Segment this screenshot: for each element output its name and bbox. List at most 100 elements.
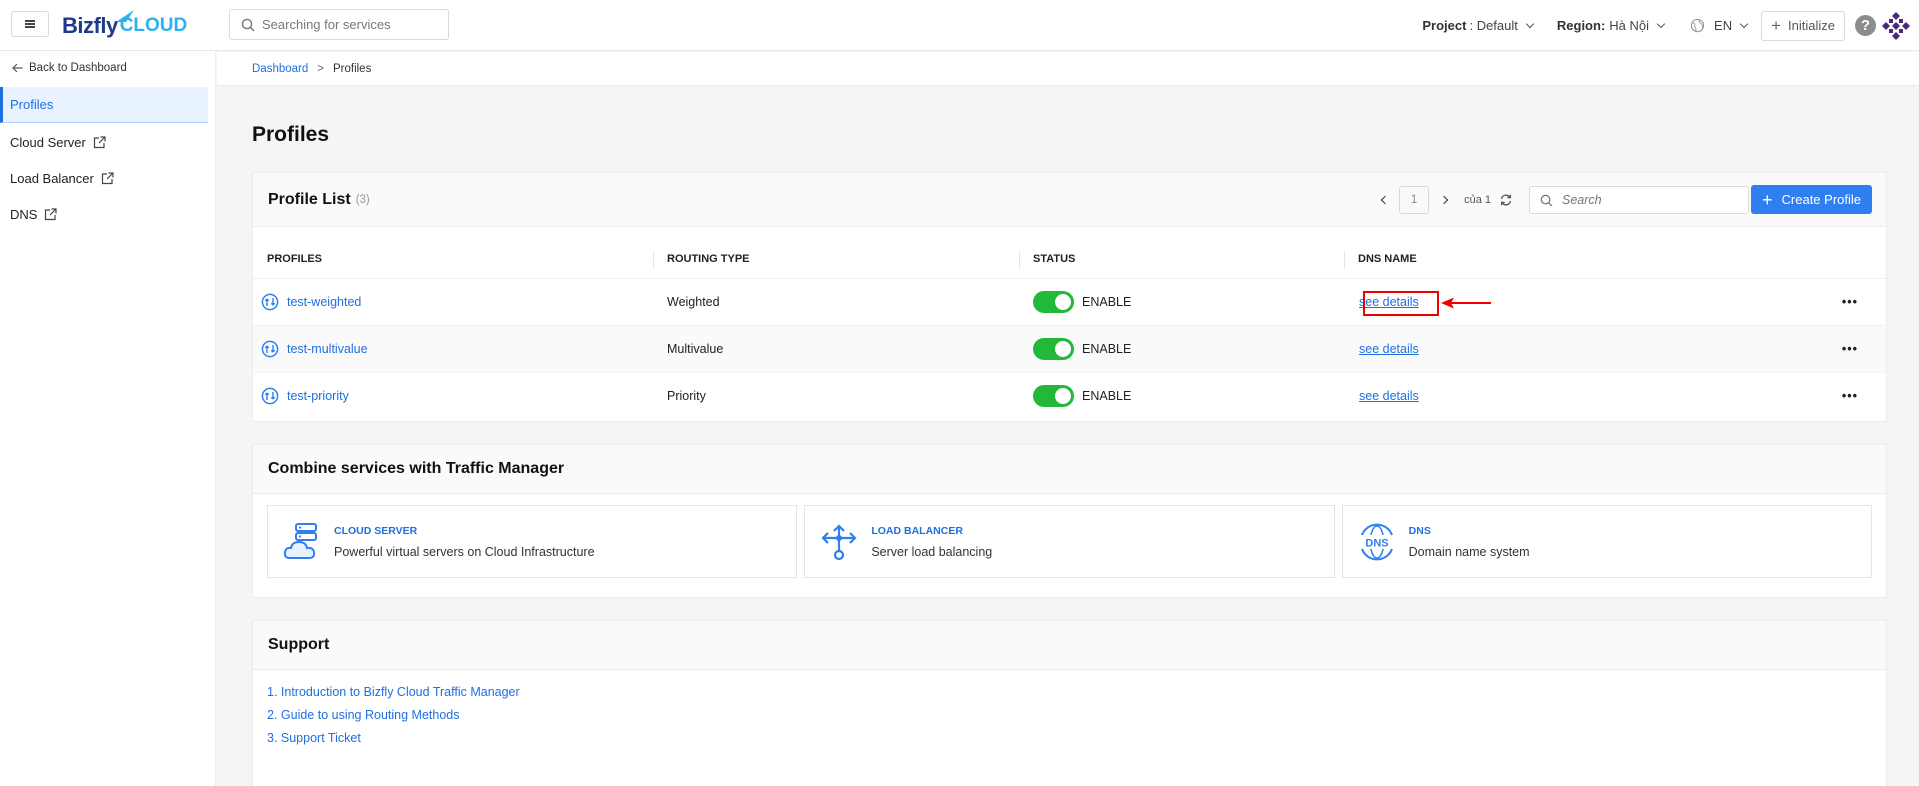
table-header-row: PROFILES ROUTING TYPE STATUS DNS NAME <box>253 227 1886 279</box>
service-description: Powerful virtual servers on Cloud Infras… <box>334 544 595 559</box>
region-selector[interactable]: Region: Hà Nội <box>1557 18 1666 33</box>
sidebar-item-label: Load Balancer <box>10 170 94 186</box>
page-total: của 1 <box>1464 194 1491 206</box>
language-selector[interactable]: EN <box>1690 18 1749 33</box>
prev-page-button[interactable] <box>1372 185 1394 215</box>
traffic-profile-icon <box>261 387 279 405</box>
service-card-cloud-server[interactable]: CLOUD SERVER Powerful virtual servers on… <box>267 505 798 578</box>
create-profile-button[interactable]: + Create Profile <box>1751 185 1872 214</box>
breadcrumb-dashboard-link[interactable]: Dashboard <box>252 63 308 75</box>
refresh-button[interactable] <box>1497 191 1515 209</box>
svg-text:DNS: DNS <box>1365 537 1388 549</box>
project-value: : Default <box>1469 18 1518 33</box>
service-card-dns[interactable]: DNS DNS Domain name system <box>1341 505 1872 578</box>
combine-title: Combine services with Traffic Manager <box>268 460 565 477</box>
traffic-profile-icon <box>261 293 279 310</box>
help-icon[interactable]: ? <box>1855 15 1876 36</box>
routing-type: Priority <box>667 388 706 403</box>
page-title: Profiles <box>252 123 330 146</box>
support-link-ticket[interactable]: 3. Support Ticket <box>267 731 1872 746</box>
profile-name-link[interactable]: test-weighted <box>253 293 653 311</box>
load-balancer-icon <box>819 522 859 562</box>
support-card: Support 1. Introduction to Bizfly Cloud … <box>252 620 1887 786</box>
more-actions-icon[interactable]: ••• <box>1814 372 1886 419</box>
table-row: test-multivalue Multivalue ENABLE see de… <box>253 325 1886 372</box>
routing-type: Multivalue <box>667 341 724 356</box>
column-header-actions <box>1814 227 1886 279</box>
bizfly-logo[interactable]: Bizfly CLOUD <box>62 10 187 42</box>
sidebar-item-cloud-server[interactable]: Cloud Server <box>0 124 208 160</box>
search-icon <box>241 18 255 32</box>
pagination: 1 của 1 <box>1372 185 1749 215</box>
profile-list-header: Profile List (3) 1 của 1 + Create Profil… <box>253 173 1886 227</box>
chevron-down-icon <box>1739 19 1749 29</box>
column-header-dns-name: DNS NAME <box>1344 227 1814 279</box>
service-description: Domain name system <box>1408 544 1530 559</box>
see-details-link[interactable]: see details <box>1344 389 1419 403</box>
external-link-icon <box>101 171 114 184</box>
combine-header: Combine services with Traffic Manager <box>253 445 1886 494</box>
chevron-left-icon <box>1380 195 1389 205</box>
profile-list-card: Profile List (3) 1 của 1 + Create Profil… <box>252 172 1887 422</box>
initialize-button[interactable]: + Initialize <box>1761 10 1845 41</box>
service-search-field[interactable] <box>229 9 449 40</box>
profile-search-input[interactable] <box>1562 193 1737 207</box>
support-links: 1. Introduction to Bizfly Cloud Traffic … <box>253 670 1886 769</box>
page-number-field[interactable]: 1 <box>1399 186 1430 214</box>
chevron-down-icon <box>1656 19 1666 29</box>
routing-type: Weighted <box>667 294 720 309</box>
search-icon <box>1540 194 1553 207</box>
status-label: ENABLE <box>1082 388 1132 403</box>
arrow-left-icon <box>12 63 23 73</box>
project-selector[interactable]: Project : Default <box>1422 18 1535 33</box>
sidebar-item-label: DNS <box>10 206 38 222</box>
user-avatar-icon[interactable] <box>1881 10 1911 41</box>
support-title: Support <box>268 636 330 653</box>
status-toggle[interactable] <box>1033 337 1074 360</box>
sidebar-item-label: Cloud Server <box>10 134 86 150</box>
breadcrumb: Dashboard > Profiles <box>217 52 1919 86</box>
breadcrumb-separator: > <box>317 62 324 75</box>
cloud-server-icon <box>282 522 322 562</box>
more-actions-icon[interactable]: ••• <box>1814 325 1886 372</box>
support-link-routing-guide[interactable]: 2. Guide to using Routing Methods <box>267 708 1872 723</box>
sidebar-item-profiles[interactable]: Profiles <box>0 87 208 123</box>
table-row: test-weighted Weighted ENABLE see detail… <box>253 278 1886 325</box>
profile-name: test-weighted <box>287 294 362 309</box>
logo-text-main: Bizfly <box>62 13 118 38</box>
profile-search-field[interactable] <box>1529 186 1749 214</box>
traffic-profile-icon <box>261 340 279 357</box>
back-to-dashboard-link[interactable]: Back to Dashboard <box>12 62 127 74</box>
see-details-link[interactable]: see details <box>1344 342 1419 356</box>
region-value: Hà Nội <box>1609 18 1650 33</box>
support-link-introduction[interactable]: 1. Introduction to Bizfly Cloud Traffic … <box>267 685 1872 700</box>
status-toggle[interactable] <box>1033 384 1074 407</box>
profile-name-link[interactable]: test-multivalue <box>253 340 653 358</box>
combine-services-card: Combine services with Traffic Manager CL… <box>252 444 1887 598</box>
status-label: ENABLE <box>1082 341 1132 356</box>
hamburger-menu-button[interactable] <box>11 11 49 37</box>
more-actions-icon[interactable]: ••• <box>1814 278 1886 325</box>
dns-globe-icon: DNS <box>1357 522 1397 562</box>
next-page-button[interactable] <box>1434 185 1456 215</box>
profile-name: test-multivalue <box>287 341 368 356</box>
status-label: ENABLE <box>1082 294 1132 309</box>
service-search-input[interactable] <box>262 17 442 32</box>
initialize-label: Initialize <box>1788 18 1835 33</box>
back-label: Back to Dashboard <box>29 62 127 74</box>
profiles-table: PROFILES ROUTING TYPE STATUS DNS NAME te… <box>253 227 1886 419</box>
sidebar: Back to Dashboard Profiles Cloud Server … <box>0 51 216 786</box>
status-toggle[interactable] <box>1033 290 1074 313</box>
service-title: CLOUD SERVER <box>334 524 418 537</box>
profile-name-link[interactable]: test-priority <box>253 387 653 405</box>
service-description: Server load balancing <box>871 544 993 559</box>
logo-wing-icon <box>116 10 134 22</box>
language-value: EN <box>1714 18 1733 33</box>
project-label: Project <box>1422 18 1467 33</box>
service-title: LOAD BALANCER <box>871 524 963 537</box>
support-header: Support <box>253 621 1886 670</box>
service-card-load-balancer[interactable]: LOAD BALANCER Server load balancing <box>804 505 1335 578</box>
column-header-routing-type: ROUTING TYPE <box>653 227 1019 279</box>
sidebar-item-load-balancer[interactable]: Load Balancer <box>0 160 208 196</box>
sidebar-item-dns[interactable]: DNS <box>0 196 208 232</box>
